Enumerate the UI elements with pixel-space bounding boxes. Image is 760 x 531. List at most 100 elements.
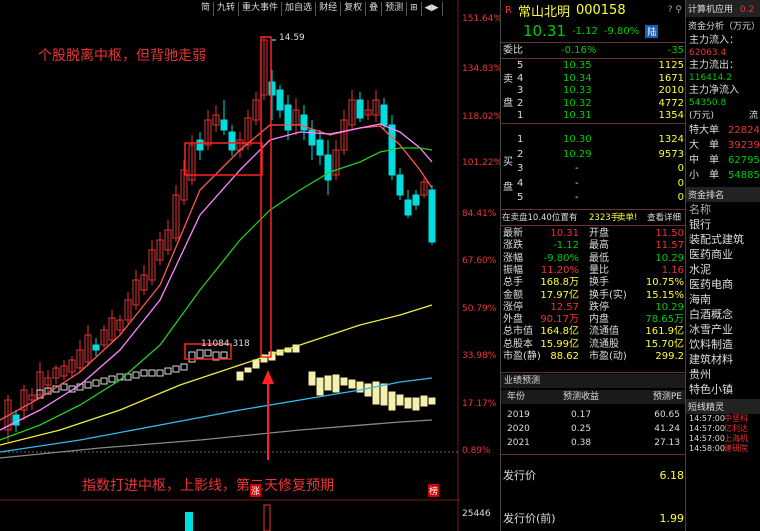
flow-value: 62063.4: [689, 48, 727, 58]
news-item[interactable]: 14:58:00 建研院: [686, 444, 760, 454]
pct-tick: 84.41%: [462, 209, 497, 219]
toolbar-item[interactable]: 简: [198, 2, 215, 16]
bid-row[interactable]: 1 10.30 1324: [501, 134, 686, 146]
ask-row[interactable]: 4 10.34 1671: [501, 73, 686, 85]
toolbar-item[interactable]: 加自选: [282, 2, 317, 16]
index-candle: [308, 371, 316, 386]
index-candle: [252, 359, 260, 369]
size-label: 小 单: [689, 170, 719, 181]
bid-price: -: [575, 163, 579, 174]
toolbar-item[interactable]: ⊞: [407, 2, 422, 16]
weibi-row: 委比 -0.16% -35: [501, 45, 686, 57]
quote-label: 内盘: [589, 314, 609, 326]
forecast-tab[interactable]: 业绩预测: [501, 374, 686, 388]
quote-row: 市盈(静) 88.62 市盈(动) 299.2: [501, 351, 686, 363]
ask-row[interactable]: 3 10.33 2010: [501, 85, 686, 97]
news-stock: 建研院: [724, 444, 748, 453]
last-price: 10.31: [523, 22, 566, 40]
rank-item[interactable]: 海南: [686, 292, 760, 307]
rank-item[interactable]: 水泥: [686, 262, 760, 277]
toolbar-item[interactable]: 复权: [341, 2, 367, 16]
index-candle-hollow: [84, 381, 92, 389]
quote-value: 90.17万: [540, 314, 579, 326]
bid-volume: 9573: [658, 148, 684, 160]
unit-row: (万元) 流: [686, 109, 760, 123]
forecast-row: 2019 0.17 60.65: [501, 408, 686, 422]
rank-item[interactable]: 医药电商: [686, 277, 760, 292]
hk-connect-tag[interactable]: 陆: [645, 24, 659, 38]
index-candle: [324, 375, 332, 391]
industry-tab-label: 计算机应用: [688, 5, 734, 15]
price-line: 10.31 -1.12 -9.80% 陆: [501, 21, 686, 41]
quote-value: 15.15%: [645, 289, 684, 301]
rank-item[interactable]: 贵州: [686, 367, 760, 382]
toolbar-item[interactable]: 九转: [214, 2, 240, 16]
bid-level: 2: [517, 148, 524, 160]
forecast-year: 2019: [507, 410, 530, 420]
size-label: 大 单: [689, 140, 719, 151]
index-candle-hollow: [100, 377, 108, 385]
quote-value: 12.57: [550, 301, 579, 313]
news-item[interactable]: 14:57:00 中坚科: [686, 414, 760, 424]
news-item[interactable]: 14:57:00 亿利达: [686, 424, 760, 434]
rank-item[interactable]: 建筑材料: [686, 352, 760, 367]
quote-row: 最新 10.31 开盘 11.50: [501, 228, 686, 240]
ask-row[interactable]: 2 10.32 4772: [501, 98, 686, 110]
rank-item[interactable]: 冰雪产业: [686, 322, 760, 337]
rank-item[interactable]: 特色小镇: [686, 382, 760, 397]
candle-body: [196, 139, 204, 151]
kline-chart[interactable]: 简九转 重大事件 加自选 财经 复权叠预测 ⊞ ◀▶ 151.64% 134.83% 118.0…: [0, 0, 502, 531]
ask-row[interactable]: 5 10.35 1125: [501, 60, 686, 72]
toolbar-item[interactable]: 财经: [316, 2, 342, 16]
rank-item[interactable]: 装配式建筑: [686, 232, 760, 247]
news-time: 14:57:00: [689, 424, 725, 433]
pct-tick: 17.17%: [462, 399, 497, 409]
flow-label: 主力流出：: [689, 60, 739, 71]
index-candle-hollow: [188, 351, 196, 363]
toolbar-item[interactable]: 叠: [366, 2, 383, 16]
annotation-bottom: 指数打进中枢，上影线，第二天修复预期: [82, 478, 334, 494]
sell-notice[interactable]: 在卖盘10.40位置有 2323手 卖单! 查看详细: [501, 212, 686, 224]
ask-volume: 1354: [658, 110, 684, 121]
size-row: 小 单 54885: [686, 168, 760, 183]
index-candle: [428, 397, 436, 405]
candle-body: [324, 154, 332, 181]
bid-level: 5: [517, 192, 524, 203]
news-item[interactable]: 14:57:00 上海机: [686, 434, 760, 444]
rank-header: 名称: [689, 203, 711, 216]
quote-label: 最低: [589, 252, 609, 264]
stock-code[interactable]: 000158: [576, 3, 626, 18]
quote-row: 金额 17.97亿 换手(实) 15.15%: [501, 290, 686, 302]
ask-row[interactable]: 1 10.31 1354: [501, 110, 686, 122]
rank-item[interactable]: 银行: [686, 217, 760, 232]
bid-row[interactable]: 5 - 0: [501, 192, 686, 204]
bid-row[interactable]: 4 - 0: [501, 178, 686, 190]
stock-name[interactable]: 常山北明: [518, 1, 570, 20]
quote-label: 外盘: [503, 314, 523, 326]
bid-row[interactable]: 2 10.29 9573: [501, 149, 686, 161]
toolbar-item[interactable]: 重大事件: [239, 2, 283, 16]
toolbar-item[interactable]: 预测: [382, 2, 408, 16]
quote-value: 168.8万: [540, 277, 579, 289]
industry-tab[interactable]: 计算机应用 0.2: [686, 0, 760, 17]
quote-value: 78.65万: [645, 314, 684, 326]
kline-svg[interactable]: [0, 0, 500, 531]
rank-title: 资金排名: [686, 187, 760, 202]
rank-item[interactable]: 医药商业: [686, 247, 760, 262]
ask-level: 2: [517, 97, 524, 109]
price-change: -1.12: [571, 25, 598, 37]
rank-item[interactable]: 白酒概念: [686, 307, 760, 322]
quote-label: 市盈(动): [589, 351, 627, 362]
help-icon[interactable]: ? ⚲: [668, 5, 682, 15]
bid-row[interactable]: 3 - 0: [501, 163, 686, 175]
quote-value: 299.2: [655, 351, 684, 362]
size-value: 22824: [728, 125, 760, 136]
quote-value: 15.99亿: [540, 338, 579, 350]
size-row: 中 单 62795: [686, 153, 760, 168]
rank-item[interactable]: 饮料制造: [686, 337, 760, 352]
bid-level: 4: [517, 177, 524, 189]
toolbar-item[interactable]: ◀▶: [422, 2, 443, 16]
size-label: 特大单: [689, 125, 719, 136]
sell-notice-detail-link[interactable]: 查看详细: [647, 212, 681, 224]
quote-label: 最高: [589, 240, 609, 252]
